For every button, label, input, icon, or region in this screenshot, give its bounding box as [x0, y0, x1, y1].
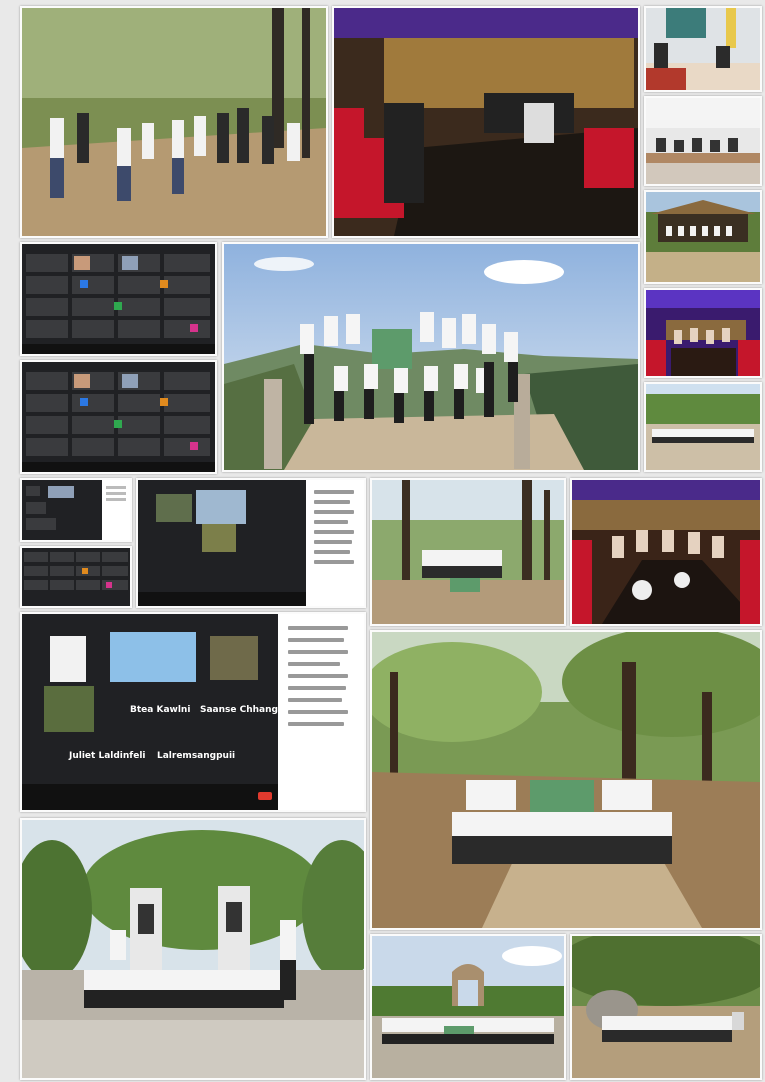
- video-call-screenshot-small-2: [20, 546, 132, 608]
- photo-thatched-hut-group: [644, 190, 762, 284]
- photo-arch-gate-group: [370, 934, 566, 1080]
- leave-call-button: [258, 792, 272, 800]
- call-toolbar: [22, 784, 278, 810]
- participant-video-tile: [210, 636, 258, 680]
- participant-video-tile: [44, 686, 94, 732]
- photo-forest-trail-group: [20, 6, 328, 238]
- photo-restaurant-dinner: [570, 478, 762, 626]
- participant-video-tile: [110, 632, 196, 682]
- participant-video-tile: [196, 490, 246, 524]
- video-call-screenshot-small-1: [20, 478, 132, 542]
- photo-restaurant-meeting: [332, 6, 640, 238]
- photo-classroom: [644, 96, 762, 186]
- participant-name: Juliet Laldinfeli: [69, 751, 146, 761]
- photo-forest-small-group: [370, 478, 566, 626]
- participants-panel: [284, 620, 360, 780]
- video-call-screenshot-grid-2: [20, 360, 217, 474]
- photo-rocky-forest-group: [570, 934, 762, 1080]
- photo-memorial-group: [20, 818, 366, 1080]
- participant-video-tile: [156, 494, 192, 522]
- photo-restaurant-purple: [644, 288, 762, 378]
- video-call-screenshot-large: Btea Kawlni Saanse Chhangte Juliet Laldi…: [20, 612, 366, 812]
- photo-forest-large-group: [370, 630, 762, 930]
- participant-name: Lalremsangpuii: [157, 751, 236, 761]
- video-call-screenshot-grid-1: [20, 242, 217, 356]
- video-call-screenshot-medium: [136, 478, 366, 608]
- participant-video-tile: [50, 636, 86, 682]
- photo-campus-group-row: [644, 382, 762, 472]
- participant-name: Saanse Chhangte: [200, 705, 289, 715]
- participant-video-tile: [202, 524, 236, 552]
- photo-mountain-summit-group: [222, 242, 640, 472]
- photo-office-desk: [644, 6, 762, 92]
- participant-name: Btea Kawlni: [130, 705, 191, 715]
